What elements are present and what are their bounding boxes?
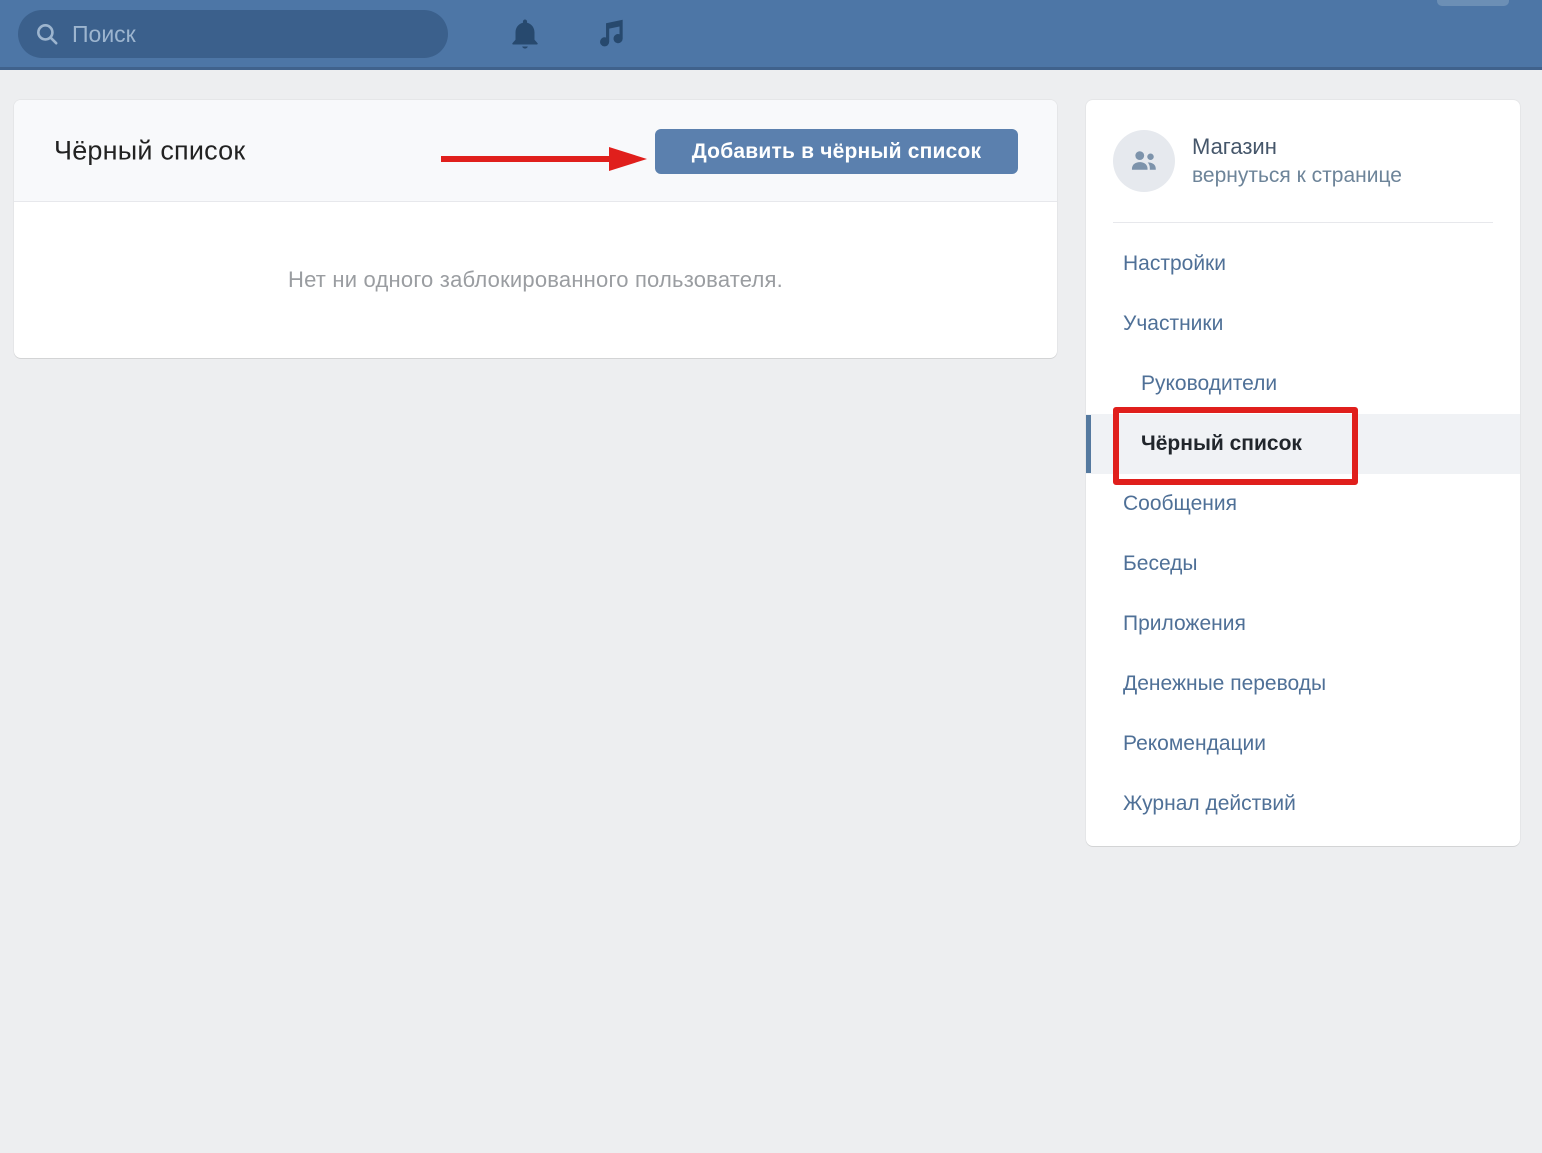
sidebar-profile: Магазин вернуться к странице (1086, 100, 1520, 222)
community-name-link[interactable]: Магазин (1192, 134, 1277, 160)
music-button[interactable] (587, 12, 633, 58)
empty-state-text: Нет ни одного заблокированного пользоват… (288, 267, 783, 293)
sidebar-item-chats[interactable]: Беседы (1086, 534, 1520, 594)
search-box[interactable] (18, 10, 448, 58)
back-to-page-link[interactable]: вернуться к странице (1192, 164, 1402, 188)
community-avatar[interactable] (1113, 130, 1175, 192)
sidebar-menu: Настройки Участники Руководители Чёрный … (1086, 234, 1520, 834)
annotation-arrow-icon (427, 141, 657, 177)
sidebar: Магазин вернуться к странице Настройки У… (1086, 100, 1520, 846)
blacklist-card-body: Нет ни одного заблокированного пользоват… (14, 202, 1057, 357)
search-input[interactable] (72, 21, 432, 48)
profile-divider (1113, 222, 1493, 223)
sidebar-item-recommendations[interactable]: Рекомендации (1086, 714, 1520, 774)
add-to-blacklist-button[interactable]: Добавить в чёрный список (655, 129, 1018, 174)
profile-menu-fragment (1437, 0, 1509, 6)
bell-icon (506, 16, 544, 54)
blacklist-card-header: Чёрный список Добавить в чёрный список (14, 100, 1057, 202)
sidebar-item-managers[interactable]: Руководители (1086, 354, 1520, 414)
sidebar-item-settings[interactable]: Настройки (1086, 234, 1520, 294)
blacklist-card: Чёрный список Добавить в чёрный список Н… (14, 100, 1057, 358)
community-icon (1127, 144, 1161, 178)
music-icon (591, 16, 629, 54)
sidebar-item-apps[interactable]: Приложения (1086, 594, 1520, 654)
sidebar-item-blacklist[interactable]: Чёрный список (1086, 414, 1520, 474)
sidebar-item-messages[interactable]: Сообщения (1086, 474, 1520, 534)
topbar (0, 0, 1542, 70)
sidebar-item-members[interactable]: Участники (1086, 294, 1520, 354)
sidebar-item-money-transfers[interactable]: Денежные переводы (1086, 654, 1520, 714)
notifications-button[interactable] (502, 12, 548, 58)
page-title: Чёрный список (54, 135, 245, 166)
sidebar-item-action-log[interactable]: Журнал действий (1086, 774, 1520, 834)
search-icon (34, 21, 60, 47)
